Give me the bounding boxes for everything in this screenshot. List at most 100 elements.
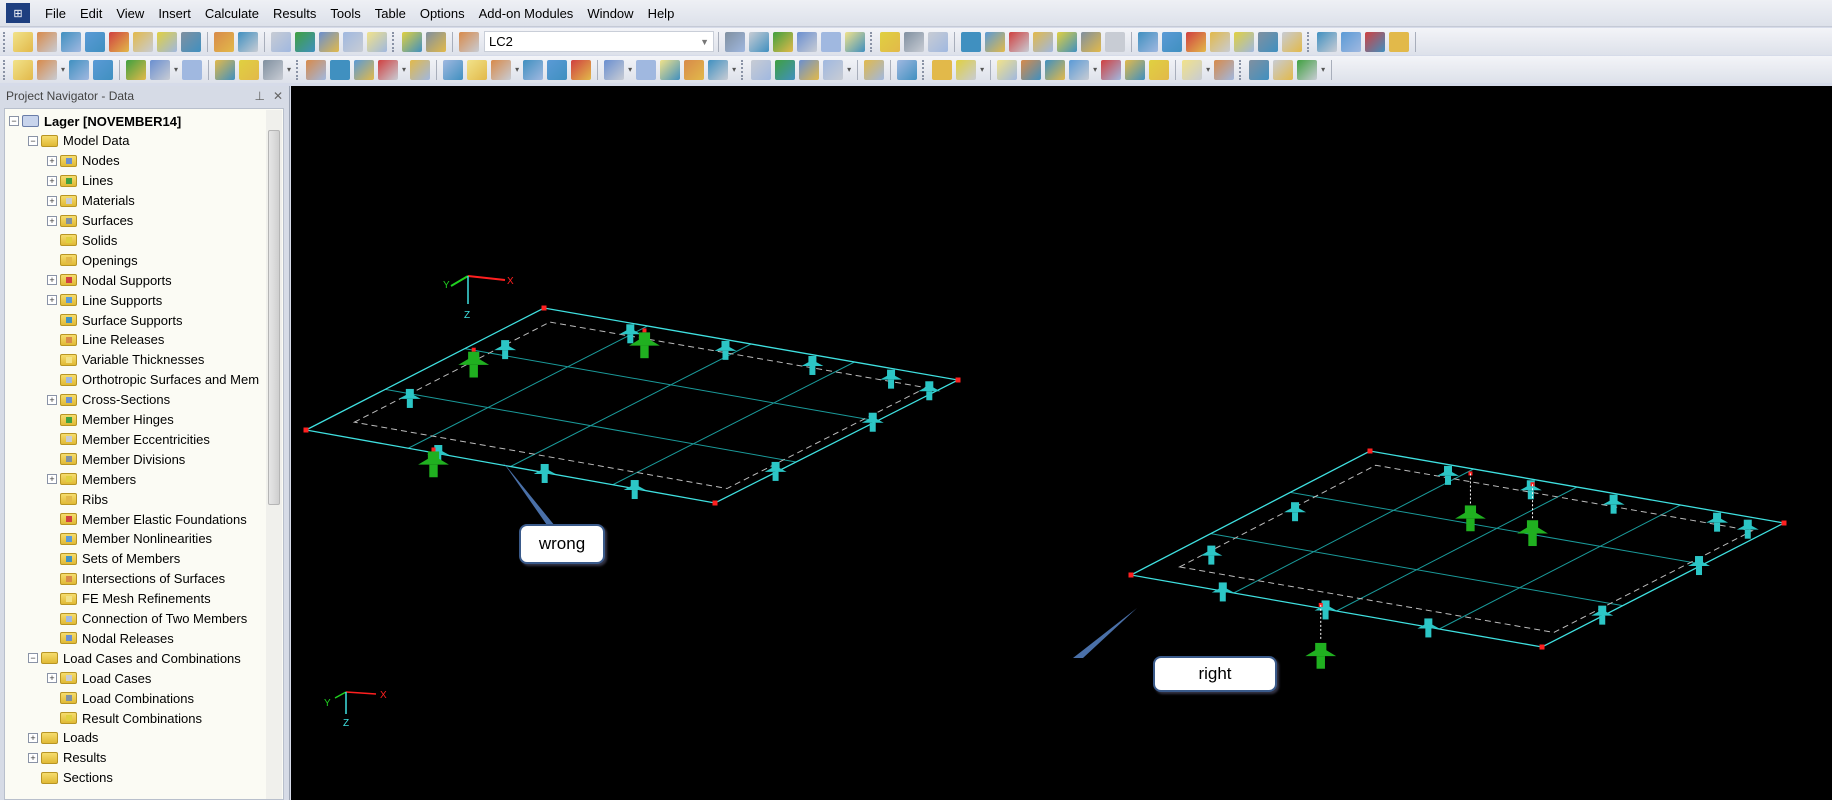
toolbar-button-icon[interactable] [37,31,57,52]
dropdown-arrow-icon[interactable]: ▾ [732,65,736,74]
collapse-icon[interactable]: − [9,116,19,126]
toolbar-button-icon[interactable] [1214,59,1235,80]
toolbar-button-icon[interactable] [880,31,900,52]
toolbar-button-icon[interactable] [1057,31,1077,52]
toolbar-button-icon[interactable] [1101,59,1122,80]
expand-icon[interactable]: + [28,732,38,743]
expand-icon[interactable]: + [47,155,57,166]
menu-table[interactable]: Table [368,6,413,21]
expand-icon[interactable]: + [47,275,57,286]
tree-item[interactable]: + Nodal Supports [47,270,172,290]
toolbar-button-icon[interactable] [330,59,351,80]
menu-file[interactable]: File [38,6,73,21]
toolbar-button-icon[interactable] [467,59,488,80]
toolbar-button-icon[interactable] [1210,31,1230,52]
menu-calculate[interactable]: Calculate [198,6,266,21]
toolbar-button-icon[interactable] [1341,31,1361,52]
toolbar-button-icon[interactable] [459,31,479,52]
tree-item[interactable]: Member Elastic Foundations [47,509,247,529]
toolbar-button-icon[interactable] [897,59,918,80]
tree-item[interactable]: + Line Supports [47,290,162,310]
toolbar-button-icon[interactable] [1186,31,1206,52]
toolbar-button-icon[interactable] [37,59,57,80]
tree-item[interactable]: Ribs [47,489,108,509]
toolbar-button-icon[interactable] [660,59,681,80]
collapse-icon[interactable]: − [28,135,38,146]
toolbar-button-icon[interactable] [85,31,105,52]
toolbar-button-icon[interactable] [343,31,363,52]
tree-item[interactable]: + Materials [47,191,135,211]
toolbar-button-icon[interactable] [295,31,315,52]
menu-results[interactable]: Results [266,6,323,21]
toolbar-button-icon[interactable] [1009,31,1029,52]
expand-icon[interactable]: + [47,175,57,186]
tree-item[interactable]: Orthotropic Surfaces and Mem [47,370,259,390]
toolbar-button-icon[interactable] [604,59,625,80]
toolbar-button-icon[interactable] [181,31,201,52]
toolbar-button-icon[interactable] [523,59,544,80]
expand-icon[interactable]: + [28,752,38,763]
menu-options[interactable]: Options [413,6,472,21]
tree-item[interactable]: FE Mesh Refinements [47,589,211,609]
tree-item[interactable]: Solids [47,230,117,250]
model-scene[interactable]: X Y Z X Y Z [291,86,1832,800]
toolbar-button-icon[interactable] [1249,59,1270,80]
toolbar-button-icon[interactable] [13,31,33,52]
expand-icon[interactable]: + [47,394,57,405]
dropdown-arrow-icon[interactable]: ▾ [847,65,851,74]
dropdown-arrow-icon[interactable]: ▾ [174,65,178,74]
expand-icon[interactable]: + [47,215,57,226]
toolbar-button-icon[interactable] [928,31,948,52]
tree-item[interactable]: Line Releases [47,330,164,350]
close-icon[interactable]: ✕ [273,89,283,103]
tree-item[interactable]: − Lager [NOVEMBER14] [9,111,181,131]
dropdown-arrow-icon[interactable]: ▾ [628,65,632,74]
load-case-select[interactable]: LC2 ▼ [484,31,714,52]
menu-help[interactable]: Help [641,6,682,21]
toolbar-button-icon[interactable] [708,59,729,80]
toolbar-button-icon[interactable] [1182,59,1203,80]
tree-item[interactable]: + Lines [47,171,113,191]
tree-item[interactable]: Sections [28,768,113,788]
tree-item[interactable]: Surface Supports [47,310,182,330]
app-icon[interactable]: ⊞ [6,3,30,23]
menu-tools[interactable]: Tools [323,6,367,21]
tree-item[interactable]: + Nodes [47,151,120,171]
tree-item[interactable]: Member Eccentricities [47,429,210,449]
tree-item[interactable]: Member Nonlinearities [47,529,212,549]
toolbar-button-icon[interactable] [547,59,568,80]
menu-add-on-modules[interactable]: Add-on Modules [472,6,581,21]
toolbar-button-icon[interactable] [1033,31,1053,52]
tree-item[interactable]: − Load Cases and Combinations [28,648,241,668]
tree-item[interactable]: Openings [47,250,138,270]
collapse-icon[interactable]: − [28,653,38,664]
toolbar-button-icon[interactable] [378,59,399,80]
toolbar-button-icon[interactable] [904,31,924,52]
toolbar-button-icon[interactable] [1069,59,1090,80]
tree-item[interactable]: + Members [47,469,136,489]
toolbar-button-icon[interactable] [239,59,260,80]
dropdown-arrow-icon[interactable]: ▾ [287,65,291,74]
toolbar-button-icon[interactable] [93,59,114,80]
toolbar-button-icon[interactable] [109,31,129,52]
tree-item[interactable]: Load Combinations [47,688,194,708]
toolbar-button-icon[interactable] [319,31,339,52]
scrollbar-thumb[interactable] [268,130,280,505]
toolbar-button-icon[interactable] [725,31,745,52]
expand-icon[interactable]: + [47,673,57,684]
toolbar-button-icon[interactable] [214,31,234,52]
toolbar-button-icon[interactable] [410,59,431,80]
toolbar-button-icon[interactable] [443,59,464,80]
toolbar-button-icon[interactable] [1365,31,1385,52]
tree-item[interactable]: + Load Cases [47,668,151,688]
menu-view[interactable]: View [109,6,151,21]
toolbar-button-icon[interactable] [238,31,258,52]
toolbar-button-icon[interactable] [932,59,953,80]
toolbar-button-icon[interactable] [799,59,820,80]
dropdown-arrow-icon[interactable]: ▾ [61,65,65,74]
toolbar-button-icon[interactable] [751,59,772,80]
toolbar-button-icon[interactable] [157,31,177,52]
dropdown-arrow-icon[interactable]: ▾ [402,65,406,74]
toolbar-button-icon[interactable] [1273,59,1294,80]
tree-item[interactable]: Member Hinges [47,410,174,430]
